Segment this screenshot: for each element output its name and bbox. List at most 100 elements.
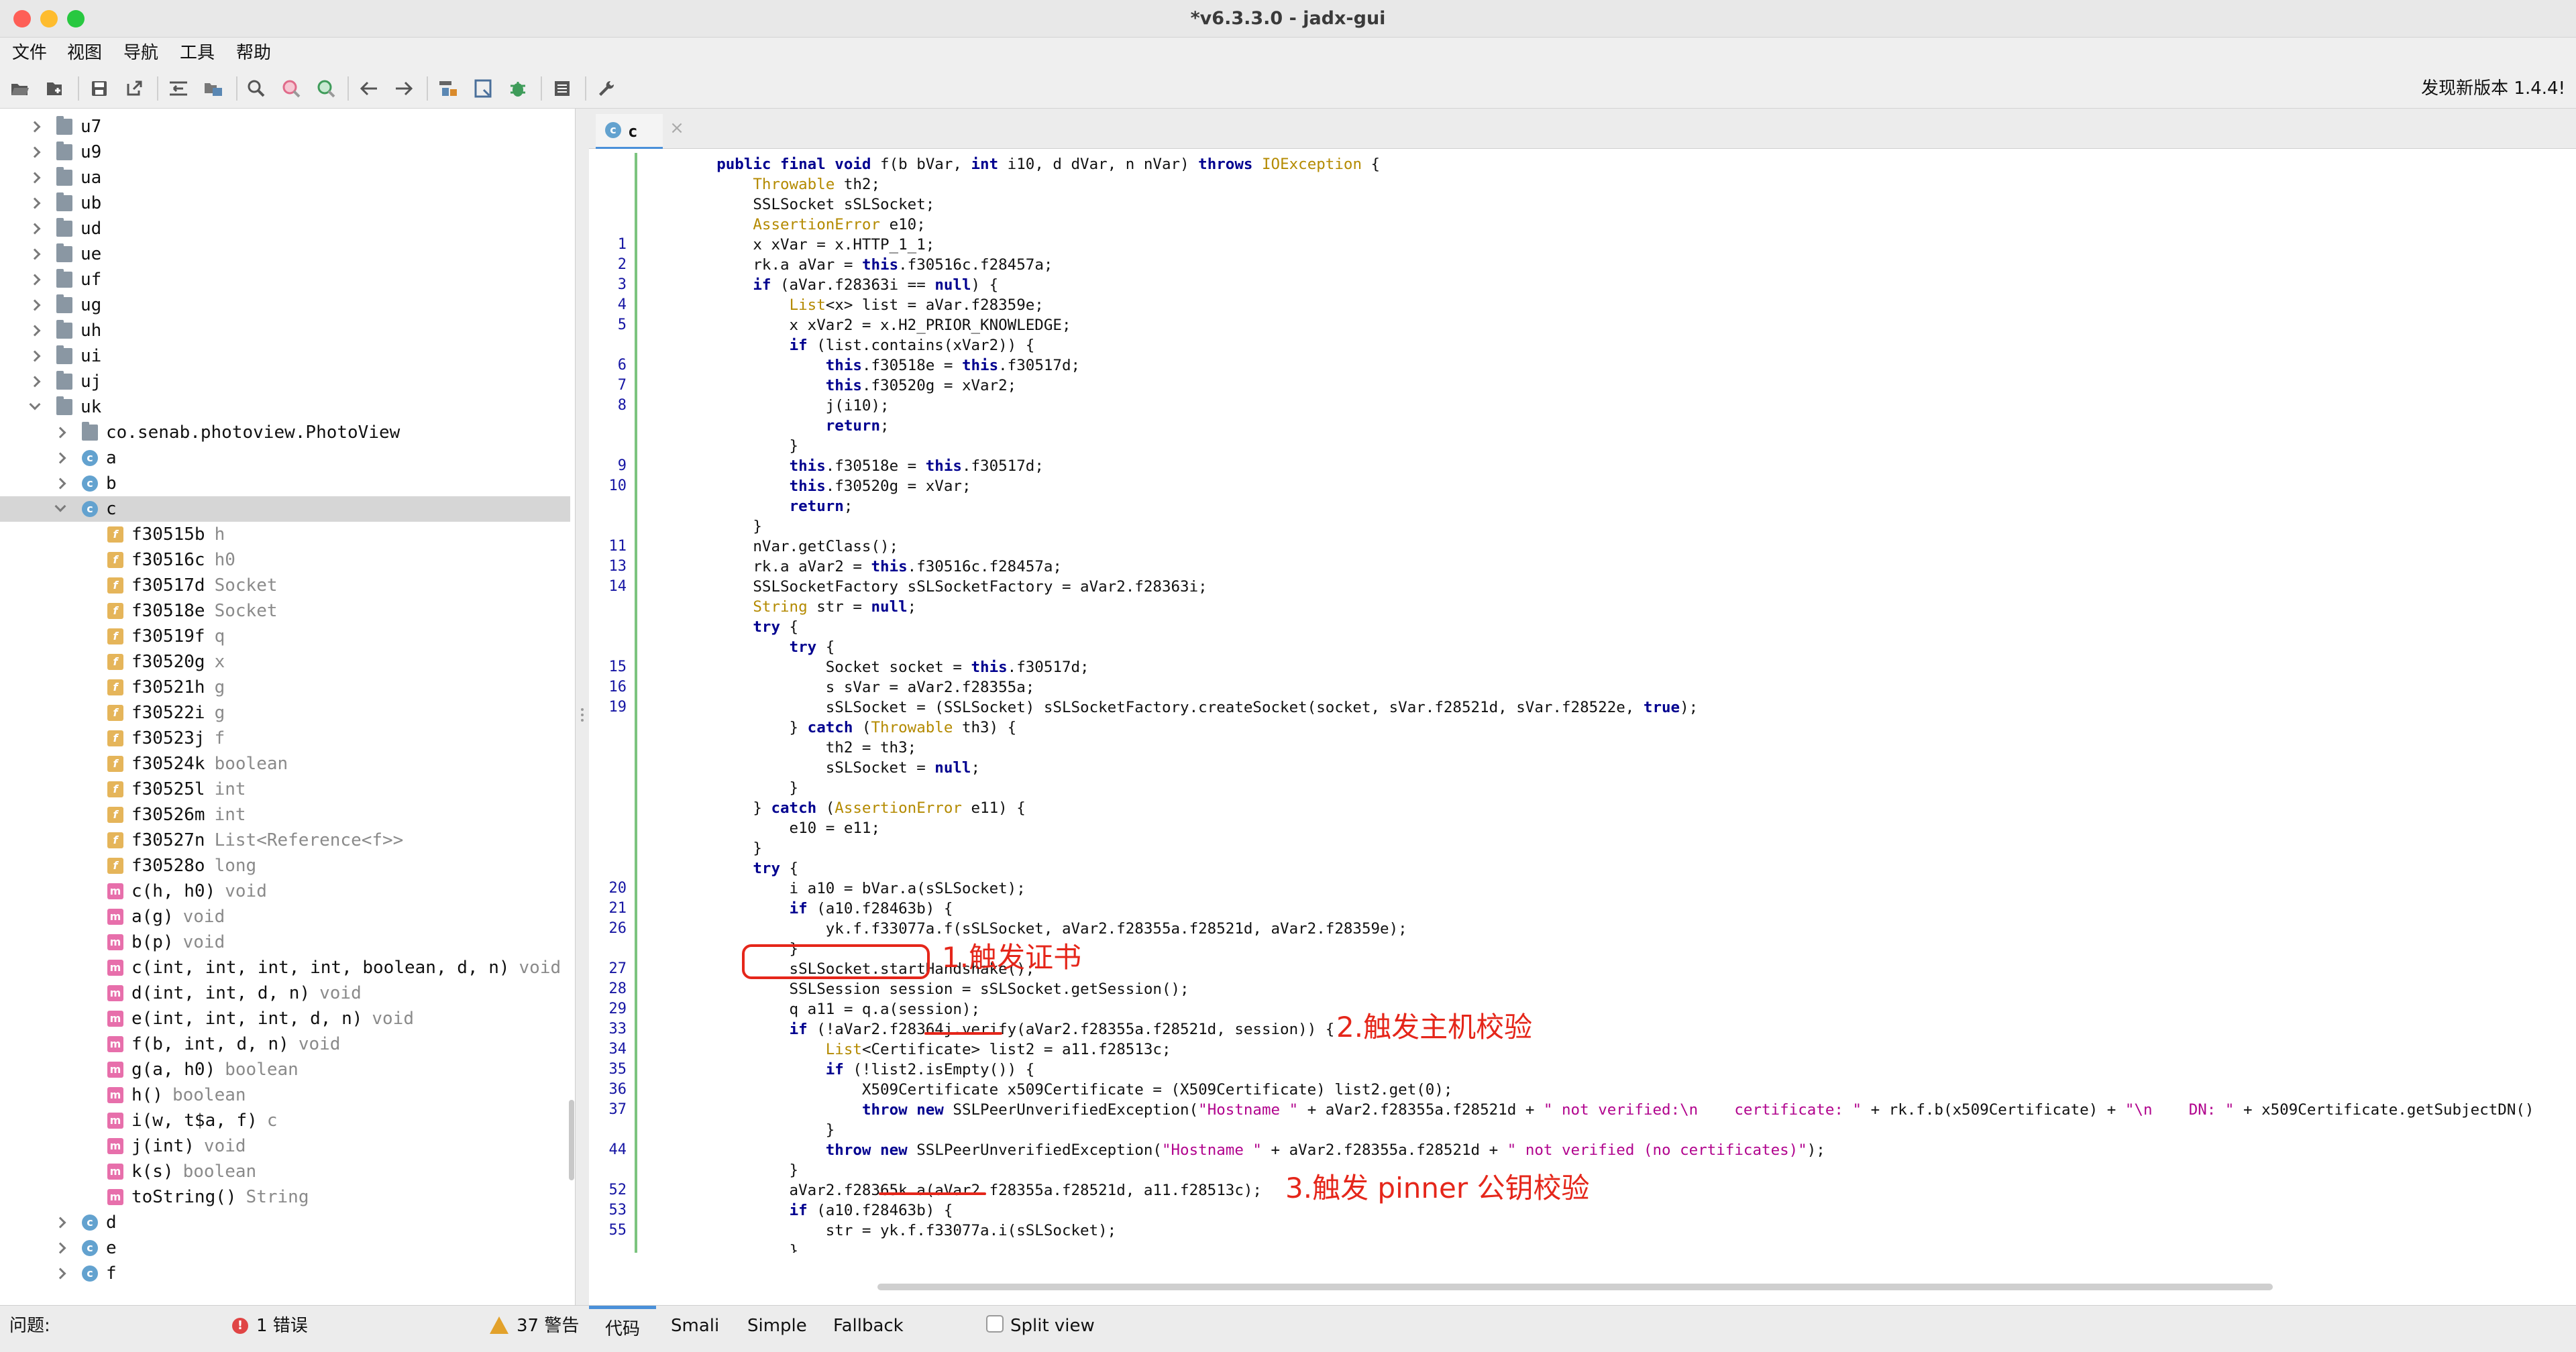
tree-item[interactable]: ui [0,343,570,369]
tree-item[interactable]: f f30528o long [0,853,570,879]
deobfuscation-icon[interactable] [435,76,462,101]
chevron-right-icon[interactable] [29,325,41,337]
tree-item[interactable]: ub [0,190,570,216]
search-icon[interactable] [243,76,270,101]
tree-item[interactable]: uf [0,267,570,292]
chevron-right-icon[interactable] [54,452,66,464]
tree-item[interactable]: f f30516c h0 [0,547,570,573]
export-icon[interactable] [121,76,148,101]
tree-item[interactable]: f f30526m int [0,802,570,828]
tree-item[interactable]: m f(b, int, d, n) void [0,1031,570,1057]
chevron-right-icon[interactable] [29,172,41,184]
chevron-right-icon[interactable] [54,1242,66,1254]
chevron-right-icon[interactable] [29,376,41,388]
chevron-down-icon[interactable] [54,500,66,512]
chevron-right-icon[interactable] [29,350,41,362]
update-notice[interactable]: 发现新版本 1.4.4! [2421,68,2565,109]
tree-item[interactable]: uj [0,369,570,394]
find-usage-icon[interactable] [313,76,339,101]
tree-item[interactable]: m c(h, h0) void [0,879,570,904]
menu-tools[interactable]: 工具 [180,38,215,68]
error-count[interactable]: 1 错误 [256,1306,308,1346]
tree-item[interactable]: ua [0,165,570,190]
tree-item[interactable]: m a(g) void [0,904,570,929]
tree-item[interactable]: ce [0,1235,570,1261]
chevron-right-icon[interactable] [54,1268,66,1280]
tree-item[interactable]: m k(s) boolean [0,1159,570,1184]
log-icon[interactable] [549,76,576,101]
tree-item[interactable]: ud [0,216,570,241]
preferences-icon[interactable] [593,76,620,101]
chevron-right-icon[interactable] [29,248,41,260]
sync-tree-icon[interactable] [165,76,192,101]
add-files-icon[interactable] [42,76,68,101]
tree-item[interactable]: u7 [0,114,570,139]
forward-icon[interactable] [390,76,417,101]
tree-item[interactable]: f f30522i g [0,700,570,726]
tree-item[interactable]: f f30519f q [0,624,570,649]
tab-class-c[interactable]: c c [596,114,663,149]
tree-item[interactable]: f f30524k boolean [0,751,570,777]
tree-item[interactable]: f f30520g x [0,649,570,675]
tree-item[interactable]: m d(int, int, d, n) void [0,980,570,1006]
tree-item[interactable]: f f30517d Socket [0,573,570,598]
menu-help[interactable]: 帮助 [236,38,271,68]
menu-file[interactable]: 文件 [12,38,47,68]
tree-item[interactable]: f f30515b h [0,522,570,547]
tree-item[interactable]: cf [0,1261,570,1286]
chevron-right-icon[interactable] [29,274,41,286]
open-file-icon[interactable] [7,76,34,101]
menu-navigation[interactable]: 导航 [123,38,158,68]
tree-item[interactable]: m b(p) void [0,929,570,955]
tree-item[interactable]: cd [0,1210,570,1235]
tree-item[interactable]: m j(int) void [0,1133,570,1159]
chevron-right-icon[interactable] [29,121,41,133]
tree-item[interactable]: uk [0,394,570,420]
tab-code[interactable]: 代码 [589,1306,656,1346]
split-view-checkbox[interactable] [986,1315,1004,1333]
chevron-right-icon[interactable] [54,1217,66,1229]
tab-smali[interactable]: Smali [671,1306,719,1346]
tree-item[interactable]: f f30523j f [0,726,570,751]
flatten-packages-icon[interactable] [200,76,227,101]
tree-item[interactable]: ue [0,241,570,267]
save-icon[interactable] [86,76,113,101]
quark-icon[interactable] [470,76,496,101]
tree-item[interactable]: f f30527n List<Reference<f>> [0,828,570,853]
tree-item[interactable]: f f30521h g [0,675,570,700]
tree-item[interactable]: ug [0,292,570,318]
tree-item[interactable]: ca [0,445,570,471]
chevron-right-icon[interactable] [54,427,66,439]
chevron-right-icon[interactable] [29,223,41,235]
tree-item[interactable]: m g(a, h0) boolean [0,1057,570,1082]
tab-simple[interactable]: Simple [747,1306,807,1346]
tree-item[interactable]: u9 [0,139,570,165]
debug-icon[interactable] [504,76,531,101]
tree-item[interactable]: cc [0,496,570,522]
warning-count[interactable]: 37 警告 [517,1306,579,1346]
chevron-right-icon[interactable] [29,299,41,311]
find-class-icon[interactable] [278,76,305,101]
tree-item[interactable]: uh [0,318,570,343]
code-view[interactable]: 1 2 3 4 5 6 7 8 9 10 11 13 14 15 16 19 20 21 26 27 28 29 33 34 3… [589,153,2576,1253]
tab-fallback[interactable]: Fallback [833,1306,904,1346]
tree-item[interactable]: m e(int, int, int, d, n) void [0,1006,570,1031]
close-tab-icon[interactable]: × [667,118,687,138]
chevron-right-icon[interactable] [29,146,41,158]
tree-item[interactable]: co.senab.photoview.PhotoView [0,420,570,445]
tree-item[interactable]: f f30525l int [0,777,570,802]
chevron-down-icon[interactable] [29,398,41,410]
tree-item[interactable]: m i(w, t$a, f) c [0,1108,570,1133]
tree-item[interactable]: m toString() String [0,1184,570,1210]
chevron-right-icon[interactable] [29,197,41,209]
chevron-right-icon[interactable] [54,477,66,490]
back-icon[interactable] [356,76,382,101]
tree-scrollbar[interactable] [569,1100,574,1180]
menu-view[interactable]: 视图 [67,38,102,68]
tree-item[interactable]: f f30518e Socket [0,598,570,624]
split-handle[interactable] [576,109,589,1305]
tree-item[interactable]: cb [0,471,570,496]
horizontal-scrollbar[interactable] [877,1284,2273,1290]
tree-item[interactable]: m h() boolean [0,1082,570,1108]
tree-item[interactable]: m c(int, int, int, int, boolean, d, n) voi… [0,955,570,980]
